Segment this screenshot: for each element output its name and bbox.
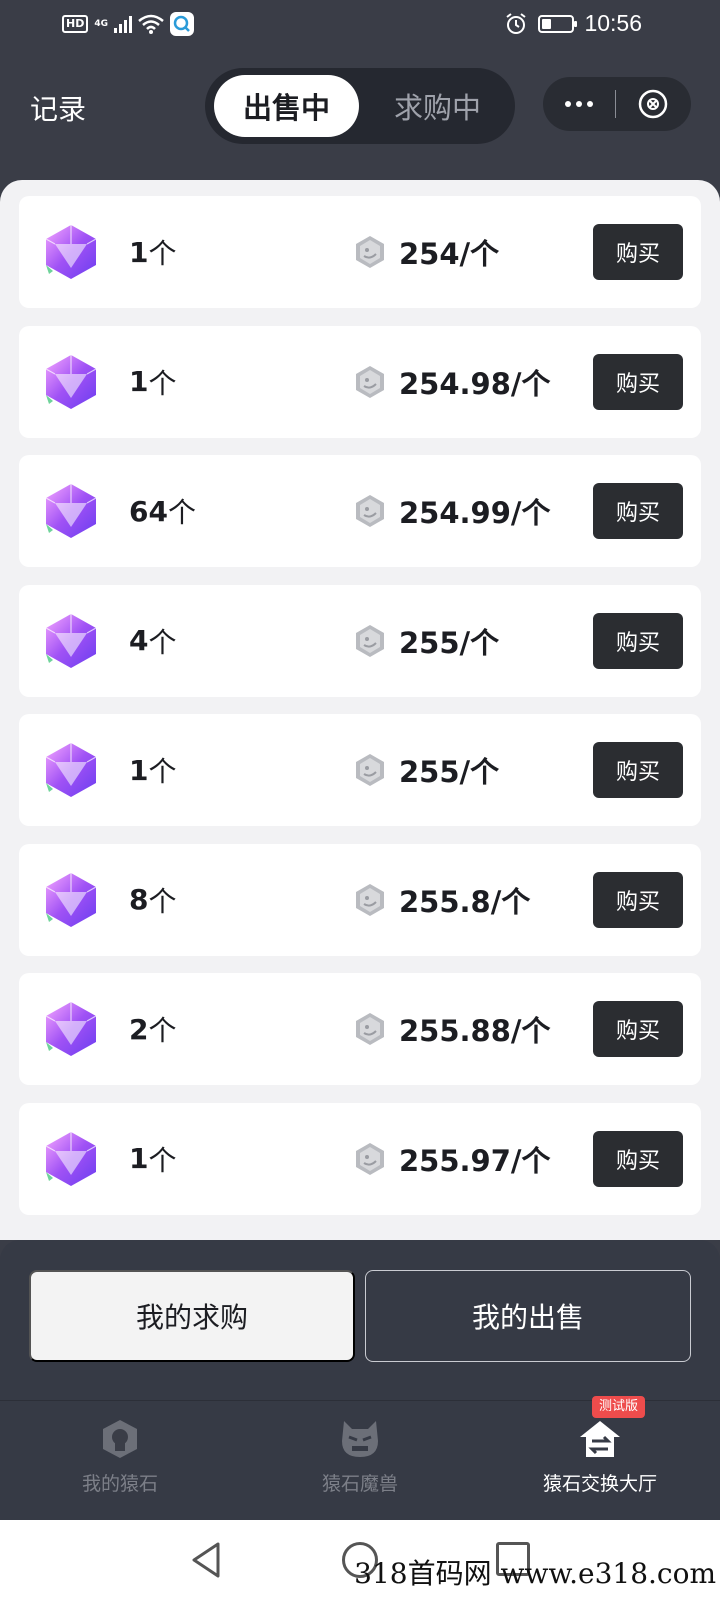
alarm-icon	[506, 12, 527, 34]
buy-button[interactable]: 购买	[593, 612, 683, 669]
listing-price: 254/个	[399, 237, 500, 271]
crystal-icon	[41, 222, 101, 282]
buy-button[interactable]: 购买	[593, 353, 683, 410]
quantity-value: 1	[129, 235, 149, 269]
listing-row: 4 个 255/个 购买	[19, 584, 701, 697]
back-icon[interactable]	[188, 1540, 224, 1580]
quantity-unit: 个	[148, 1143, 177, 1177]
listing-row: 1 个 255.97/个 购买	[19, 1102, 701, 1215]
listing-row: 1 个 254/个 购买	[19, 196, 701, 308]
stone-coin-icon	[352, 882, 388, 918]
app-notification-icon	[170, 12, 194, 36]
action-bar: 我的求购 我的出售	[0, 1240, 720, 1400]
tab-my-ape-stone[interactable]: 我的猿石	[0, 1401, 240, 1521]
listing-row: 1 个 255/个 购买	[19, 714, 701, 826]
my-buy-requests-button[interactable]: 我的求购	[29, 1270, 355, 1362]
listing-price: 255.88/个	[399, 1014, 551, 1048]
listing-row: 64 个 254.99/个 购买	[19, 455, 701, 567]
stone-coin-icon	[352, 493, 388, 529]
quantity-unit: 个	[148, 237, 177, 270]
quantity-value: 1	[129, 365, 149, 398]
crystal-icon	[41, 740, 101, 800]
listing-row: 8 个 255.8/个 购买	[19, 843, 701, 956]
buy-button[interactable]: 购买	[593, 483, 683, 539]
listing-quantity: 1个	[129, 714, 177, 826]
listing-price: 255.8/个	[399, 884, 531, 919]
crystal-icon	[41, 999, 101, 1059]
monster-icon	[342, 1421, 378, 1457]
tab-ape-monster[interactable]: 猿石魔兽	[240, 1401, 480, 1521]
segmented-control: 出售中 求购中	[205, 68, 515, 144]
crystal-icon	[41, 1129, 101, 1189]
tab-bar: 我的猿石 猿石魔兽 猿石交换大厅	[0, 1400, 720, 1520]
crystal-icon	[41, 352, 101, 412]
buy-button[interactable]: 购买	[593, 871, 683, 928]
stone-coin-icon	[352, 1141, 388, 1177]
listing-quantity: 1个	[129, 326, 177, 438]
buy-button[interactable]: 购买	[593, 742, 683, 798]
listing-price: 255/个	[399, 625, 500, 660]
network-type: 4G	[94, 19, 108, 29]
my-sales-button[interactable]: 我的出售	[365, 1270, 691, 1362]
hd-icon: HD	[62, 15, 89, 33]
tab-label: 猿石交换大厅	[542, 1473, 657, 1495]
buy-button[interactable]: 购买	[593, 224, 683, 280]
listing-row: 2 个 255.88/个 购买	[19, 973, 701, 1085]
listing-price: 255.97/个	[399, 1143, 551, 1178]
header: 记录 出售中 求购中	[0, 50, 720, 180]
quantity-value: 8	[129, 883, 149, 916]
records-link[interactable]: 记录	[30, 88, 86, 128]
listing-quantity: 1个	[129, 196, 177, 308]
close-circle-icon[interactable]	[616, 77, 690, 131]
listing-price: 254.98/个	[399, 366, 551, 401]
miniapp-capsule	[543, 77, 691, 131]
wifi-icon	[138, 14, 164, 34]
listing-row: 1 个 254.98/个 购买	[19, 325, 701, 438]
watermark: 318首码网 www.e318.com	[354, 1557, 716, 1590]
quantity-value: 2	[129, 1012, 149, 1046]
quantity-value: 1	[129, 1142, 149, 1175]
quantity-unit: 个	[148, 366, 177, 400]
listing-quantity: 2个	[129, 973, 177, 1085]
buy-button[interactable]: 购买	[593, 1130, 683, 1187]
battery-icon	[538, 14, 578, 33]
stone-coin-icon	[352, 234, 388, 270]
tab-label: 我的猿石	[81, 1473, 158, 1495]
ape-stone-icon	[103, 1420, 137, 1458]
quantity-value: 64	[129, 494, 168, 528]
beta-badge: 测试版	[592, 1396, 646, 1418]
listing-quantity: 1个	[129, 1103, 177, 1215]
crystal-icon	[41, 870, 101, 930]
listing-price: 255/个	[399, 755, 500, 789]
status-bar: HD 4G 10:56	[0, 0, 720, 50]
signal-icon	[114, 15, 132, 33]
clock: 10:56	[584, 10, 642, 36]
buy-button[interactable]: 购买	[593, 1001, 683, 1057]
listings-panel: 1 个 254/个 购买 1 个 254.98/个 购买 64 个 254.99/个 购买 4 个 255/…	[0, 180, 720, 1240]
tab-buying[interactable]: 求购中	[365, 75, 510, 137]
quantity-value: 1	[129, 753, 149, 787]
stone-coin-icon	[352, 623, 388, 659]
crystal-icon	[41, 611, 101, 671]
tab-exchange-hall[interactable]: 猿石交换大厅	[480, 1401, 720, 1521]
listing-quantity: 8个	[129, 844, 177, 956]
exchange-hall-icon	[580, 1421, 620, 1457]
stone-coin-icon	[352, 1011, 388, 1047]
quantity-value: 4	[129, 624, 149, 657]
quantity-unit: 个	[148, 884, 177, 918]
stone-coin-icon	[352, 752, 388, 788]
listing-price: 254.99/个	[399, 496, 551, 530]
crystal-icon	[41, 481, 101, 541]
quantity-unit: 个	[167, 496, 196, 529]
tab-selling[interactable]: 出售中	[214, 75, 359, 137]
listing-quantity: 4个	[129, 585, 177, 697]
more-icon[interactable]	[543, 77, 615, 131]
quantity-unit: 个	[148, 755, 177, 788]
quantity-unit: 个	[148, 625, 177, 659]
quantity-unit: 个	[148, 1014, 177, 1047]
listing-quantity: 64 个	[129, 455, 196, 567]
stone-coin-icon	[352, 364, 388, 400]
tab-label: 猿石魔兽	[321, 1473, 398, 1495]
